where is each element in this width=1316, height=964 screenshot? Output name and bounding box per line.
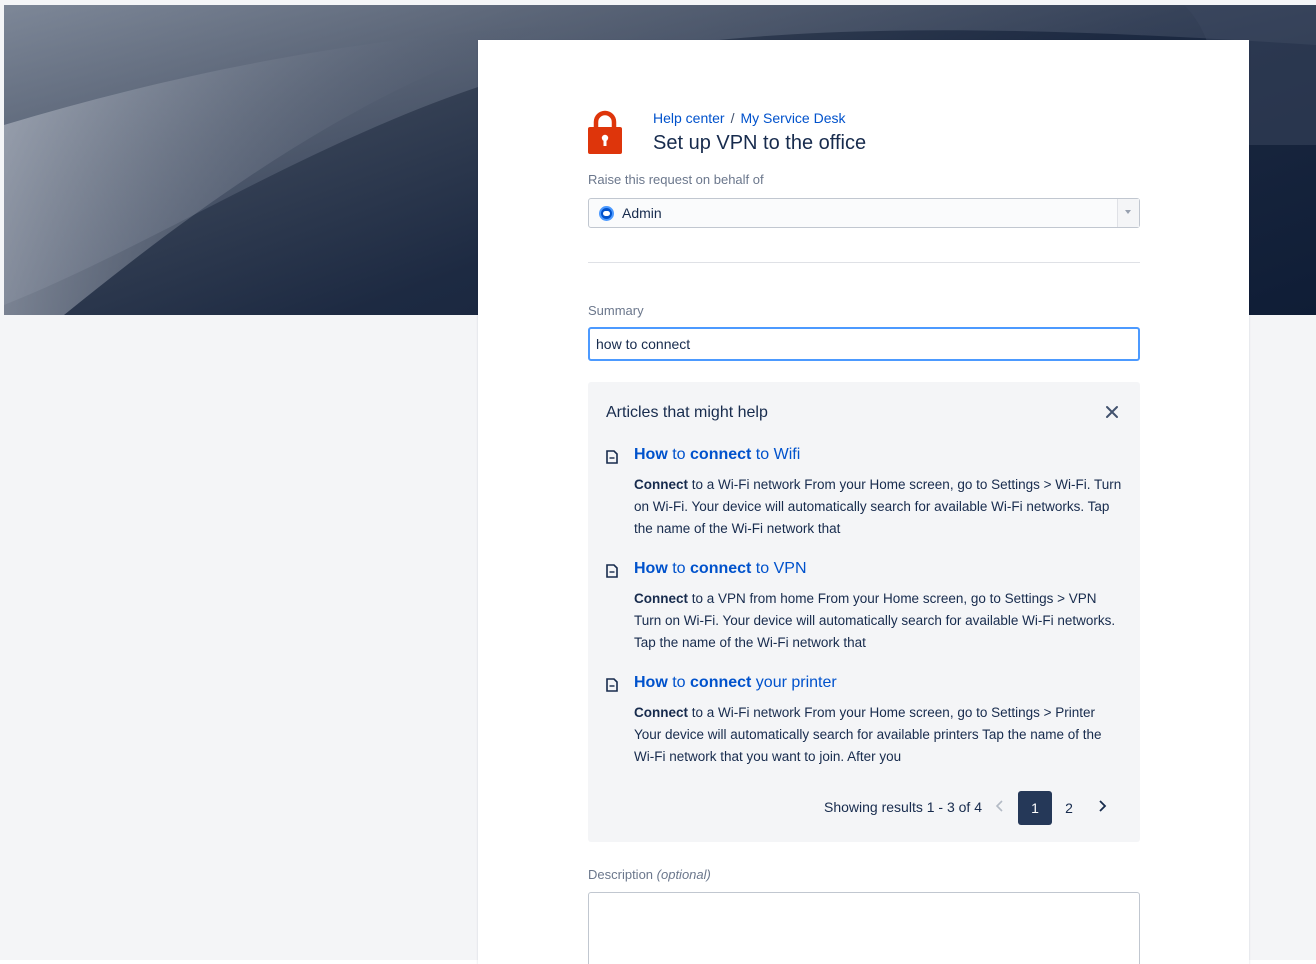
page-button-2[interactable]: 2 xyxy=(1058,791,1080,825)
article-excerpt: Connect to a Wi-Fi network From your Hom… xyxy=(634,477,1122,536)
behalf-label: Raise this request on behalf of xyxy=(588,172,764,187)
breadcrumb-help-center[interactable]: Help center xyxy=(653,110,725,126)
summary-input[interactable] xyxy=(588,327,1140,361)
dropdown-arrow[interactable] xyxy=(1117,199,1139,227)
results-count: Showing results 1 - 3 of 4 xyxy=(824,799,982,815)
section-divider xyxy=(588,262,1140,263)
behalf-select[interactable]: Admin xyxy=(588,198,1140,228)
articles-heading: Articles that might help xyxy=(606,404,768,421)
breadcrumb: Help center / My Service Desk xyxy=(653,110,846,126)
page-button-1[interactable]: 1 xyxy=(1018,791,1052,825)
breadcrumb-separator: / xyxy=(730,110,735,126)
document-icon xyxy=(606,678,618,692)
article-excerpt: Connect to a VPN from home From your Hom… xyxy=(634,591,1116,650)
suggested-articles-panel: Articles that might help How to connect … xyxy=(588,382,1140,842)
chevron-right-icon[interactable] xyxy=(1096,798,1108,814)
lock-icon xyxy=(588,110,622,154)
document-icon xyxy=(606,450,618,464)
page-title: Set up VPN to the office xyxy=(653,132,867,154)
article-link[interactable]: How to connect your printer xyxy=(634,674,837,692)
document-icon xyxy=(606,564,618,578)
chevron-down-icon xyxy=(1125,210,1131,214)
user-avatar-icon xyxy=(599,206,614,221)
close-icon[interactable] xyxy=(1104,404,1120,420)
description-label: Description (optional) xyxy=(588,867,711,882)
article-link[interactable]: How to connect to VPN xyxy=(634,560,807,578)
summary-label: Summary xyxy=(588,303,644,318)
request-header: Help center / My Service Desk Set up VPN t… xyxy=(588,110,1140,160)
description-textarea[interactable] xyxy=(588,892,1140,964)
breadcrumb-service-desk[interactable]: My Service Desk xyxy=(740,110,845,126)
article-link[interactable]: How to connect to Wifi xyxy=(634,446,800,464)
request-form-card: Help center / My Service Desk Set up VPN t… xyxy=(478,40,1249,964)
chevron-left-icon xyxy=(995,800,1003,812)
article-excerpt: Connect to a Wi-Fi network From your Hom… xyxy=(634,705,1102,764)
behalf-value: Admin xyxy=(622,205,662,221)
pagination: Showing results 1 - 3 of 4 1 2 xyxy=(588,790,1140,825)
